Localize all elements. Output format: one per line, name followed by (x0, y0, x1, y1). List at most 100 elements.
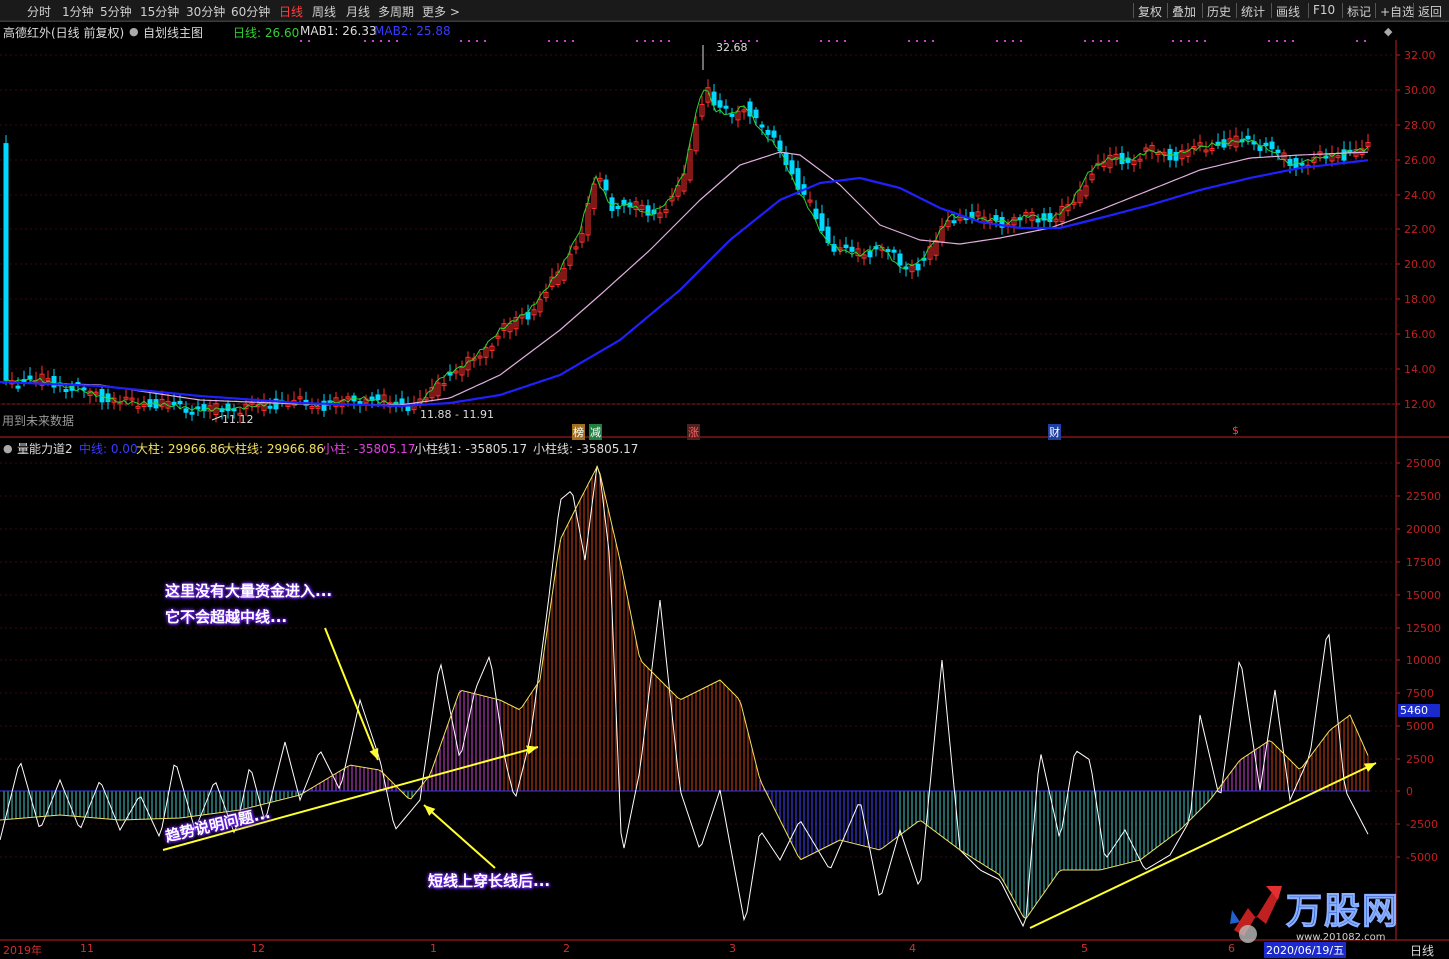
indicator-name[interactable]: 量能力道2 (17, 440, 73, 457)
event-dot (1292, 40, 1294, 42)
arrow-crossover (423, 804, 496, 869)
event-dot (380, 40, 382, 42)
price-tick-label: 20.00 (1404, 258, 1436, 271)
event-dot (1092, 40, 1094, 42)
event-dot (484, 40, 486, 42)
candle-body (183, 408, 189, 413)
event-marker-zhang[interactable]: 涨 (687, 424, 700, 440)
candle-body (15, 385, 21, 389)
candle-body (819, 213, 825, 231)
price-tick-label: 18.00 (1404, 293, 1436, 306)
indicator-tick-label: 0 (1406, 785, 1413, 798)
price-tick-label: 28.00 (1404, 119, 1436, 132)
event-dot (820, 40, 822, 42)
legend-mid-line: 中线: 0.00 (79, 442, 138, 456)
indicator-tick-label: 20000 (1406, 523, 1441, 536)
candle-body (267, 405, 273, 409)
event-dot (1012, 40, 1014, 42)
candle-body (789, 160, 795, 175)
price-tick-label: 30.00 (1404, 84, 1436, 97)
event-dot (1284, 40, 1286, 42)
day-line (0, 89, 1369, 413)
event-dot (1172, 40, 1174, 42)
event-dot (652, 40, 654, 42)
event-dot (636, 40, 638, 42)
time-label-dec: 12 (251, 942, 265, 955)
event-dot (1004, 40, 1006, 42)
price-tick-label: 32.00 (1404, 49, 1436, 62)
legend-mab1: MAB1: 26.33 (300, 24, 377, 38)
event-dot (308, 40, 310, 42)
candle-body (753, 109, 759, 119)
time-label-nov: 11 (80, 942, 94, 955)
event-dot (1116, 40, 1118, 42)
event-marker-bang[interactable]: 榜 (572, 424, 585, 440)
event-marker-dollar[interactable]: $ (1232, 424, 1239, 437)
event-marker-jian[interactable]: 减 (589, 424, 602, 440)
event-dot (460, 40, 462, 42)
event-dot (932, 40, 934, 42)
price-tick-label: 14.00 (1404, 363, 1436, 376)
indicator-tick-label: 7500 (1406, 687, 1434, 700)
low-marker (211, 415, 223, 421)
bull-logo-icon (1230, 886, 1282, 943)
event-dot (388, 40, 390, 42)
current-value-badge: 5460 (1398, 704, 1440, 717)
candle-body (849, 246, 855, 252)
indicator-tick-label: 22500 (1406, 490, 1441, 503)
panel-toggle-icon[interactable]: ◆ (1384, 25, 1392, 38)
event-dot (916, 40, 918, 42)
indicator-dropdown-icon[interactable]: ● (3, 442, 13, 455)
candle-body (729, 113, 735, 117)
candle-body (951, 220, 957, 224)
time-label-jan: 1 (430, 942, 437, 955)
watermark-brand: 万股网 (1285, 891, 1401, 933)
event-dot (908, 40, 910, 42)
time-label-may: 5 (1081, 942, 1088, 955)
legend-big-bar: 大柱: 29966.86 (136, 442, 226, 456)
event-dot (1180, 40, 1182, 42)
time-label-mar: 3 (729, 942, 736, 955)
indicator-tick-label: 15000 (1406, 589, 1441, 602)
event-marker-cai[interactable]: 财 (1048, 424, 1061, 440)
event-dot (660, 40, 662, 42)
event-dot (1100, 40, 1102, 42)
template-label[interactable]: 自划线主图 (143, 24, 203, 41)
high-price-label: 32.68 (716, 41, 748, 54)
event-dot (1204, 40, 1206, 42)
range-label: 11.88 - 11.91 (420, 408, 494, 421)
candle-body (891, 249, 897, 253)
candle-body (63, 388, 69, 392)
candle-body (81, 387, 87, 391)
price-tick-label: 16.00 (1404, 328, 1436, 341)
future-data-note: 用到未来数据 (2, 414, 75, 428)
event-dot (644, 40, 646, 42)
event-dot (828, 40, 830, 42)
legend-mab2: MAB2: 25.88 (374, 24, 451, 38)
candle-body (603, 179, 609, 191)
candle-body (765, 129, 771, 135)
candle-body (189, 411, 195, 415)
event-dot (748, 40, 750, 42)
indicator-tick-label: 25000 (1406, 457, 1441, 470)
event-dot (1268, 40, 1270, 42)
event-dot (396, 40, 398, 42)
time-label-apr: 4 (909, 942, 916, 955)
template-dropdown-icon[interactable]: ● (129, 25, 139, 38)
candle-body (177, 400, 183, 405)
price-tick-label: 12.00 (1404, 398, 1436, 411)
candle-body (993, 215, 999, 221)
candle-body (813, 208, 819, 219)
arrow-no-capital-head (369, 748, 379, 760)
event-dot (756, 40, 758, 42)
event-dot (300, 40, 302, 42)
legend-big-bar-line: 大柱线: 29966.86 (223, 442, 325, 456)
candle-body (915, 263, 921, 271)
indicator-tick-label: 12500 (1406, 622, 1441, 635)
indicator-tick-label: -5000 (1406, 851, 1438, 864)
candle-body (759, 124, 765, 128)
event-dot (468, 40, 470, 42)
legend-small-bar: 小柱: -35805.17 (322, 442, 416, 456)
candle-body (375, 394, 381, 401)
candle-body (1275, 149, 1281, 153)
